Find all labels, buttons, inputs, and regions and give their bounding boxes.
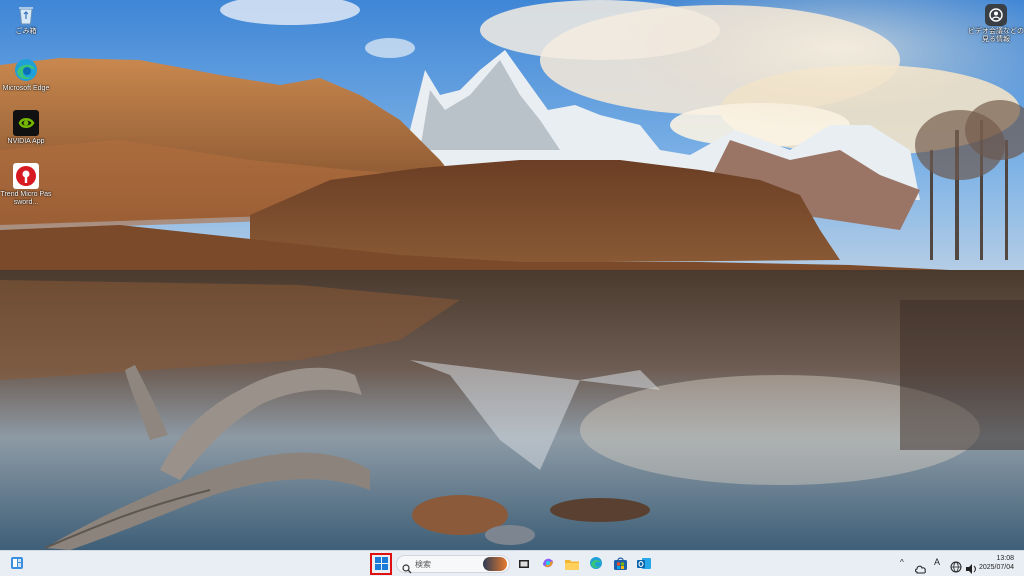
taskbar-copilot[interactable] [539, 555, 557, 573]
folder-icon [565, 555, 579, 574]
taskbar: 検索 ^ A 13:08 2025/07/04 [0, 550, 1024, 576]
desktop-wallpaper [0, 0, 1024, 550]
desktop-icon-label: Microsoft Edge [2, 85, 50, 92]
edge-icon [589, 555, 603, 574]
task-view-icon [518, 555, 530, 574]
search-placeholder: 検索 [415, 560, 431, 569]
desktop-icon-label: NVIDIA App [7, 138, 45, 145]
widgets-icon [10, 555, 24, 574]
copilot-icon [541, 555, 555, 574]
taskbar-task-view[interactable] [515, 555, 533, 573]
desktop-icon-label: ビデオ会議などの 見る情報 [968, 28, 1024, 43]
taskbar-clock[interactable]: 13:08 2025/07/04 [979, 554, 1014, 572]
desktop-icon-spotlight[interactable]: ビデオ会議などの 見る情報 [968, 4, 1024, 44]
desktop-icon-microsoft-edge[interactable]: Microsoft Edge [0, 57, 52, 93]
outlook-icon [637, 555, 651, 574]
desktop-icon-trend-micro-password[interactable]: Trend Micro Password... [0, 163, 52, 207]
nvidia-icon [13, 110, 39, 136]
ime-indicator[interactable]: A [934, 557, 940, 567]
tray-overflow-chevron[interactable]: ^ [900, 558, 904, 567]
clock-time: 13:08 [996, 555, 1014, 562]
taskbar-outlook[interactable] [635, 555, 653, 573]
search-icon [402, 559, 412, 578]
search-highlight-icon [483, 557, 507, 571]
store-icon [613, 555, 627, 574]
taskbar-microsoft-store[interactable] [611, 555, 629, 573]
windows-start-icon [374, 555, 388, 574]
widgets-button[interactable] [8, 555, 26, 573]
start-button[interactable] [372, 555, 390, 573]
search-box[interactable]: 検索 [396, 555, 510, 574]
taskbar-edge[interactable] [587, 555, 605, 573]
volume-icon[interactable] [966, 559, 978, 578]
edge-icon [13, 57, 39, 83]
desktop-icon-recycle-bin[interactable]: ごみ箱 [0, 4, 52, 36]
clock-date: 2025/07/04 [978, 564, 1014, 571]
desktop-icon-nvidia-app[interactable]: NVIDIA App [0, 110, 52, 146]
spotlight-icon [985, 4, 1007, 26]
taskbar-file-explorer[interactable] [563, 555, 581, 573]
desktop-icon-label: ごみ箱 [15, 28, 37, 35]
desktop-icon-label: Trend Micro Password... [0, 191, 52, 206]
trend-micro-password-icon [13, 163, 39, 189]
onedrive-icon[interactable] [915, 559, 927, 578]
network-icon[interactable] [950, 558, 962, 577]
recycle-bin-icon [15, 4, 37, 26]
